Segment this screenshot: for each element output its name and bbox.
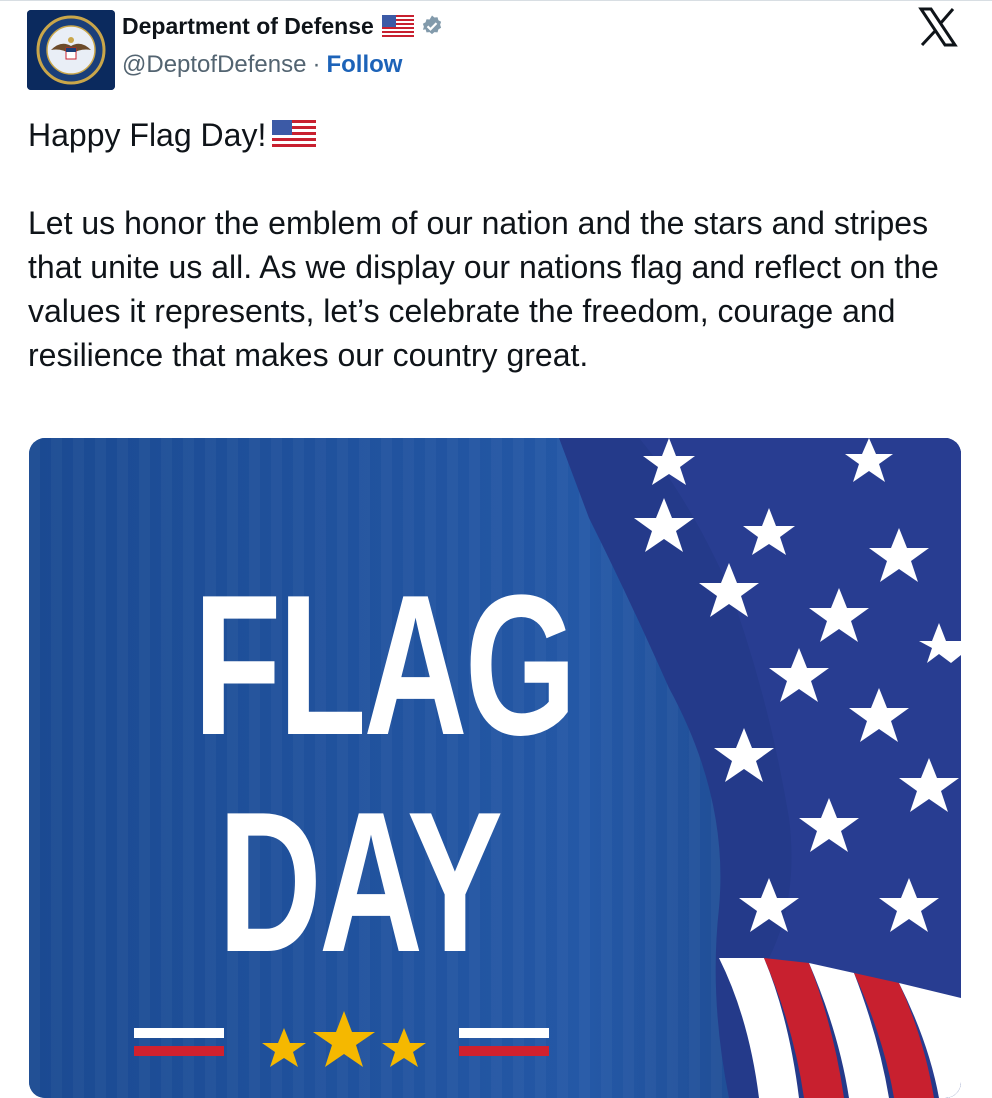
separator: · — [312, 51, 321, 78]
post-image[interactable]: FLAG DAY — [29, 438, 961, 1098]
post-body: Let us honor the emblem of our nation an… — [28, 205, 939, 373]
follow-button[interactable]: Follow — [326, 51, 402, 79]
x-logo-icon[interactable] — [918, 7, 958, 47]
verified-badge-icon — [422, 15, 441, 35]
us-flag-emoji-icon — [381, 15, 414, 37]
handle[interactable]: @DeptofDefense — [122, 51, 306, 79]
us-flag-emoji-icon — [272, 120, 317, 150]
post-text: Happy Flag Day! Let us honor the emblem … — [28, 113, 968, 377]
flag-day-title-line-1: FLAG — [193, 554, 576, 777]
display-name[interactable]: Department of Defense — [122, 13, 374, 40]
avatar[interactable] — [27, 10, 115, 90]
post-line-1: Happy Flag Day! — [28, 117, 267, 153]
flag-day-title-line-2: DAY — [217, 771, 503, 994]
dod-seal-icon — [27, 10, 115, 90]
post-card: Department of Defense @DeptofDefense · F… — [0, 0, 992, 1098]
author-block: Department of Defense @DeptofDefense · F… — [122, 11, 444, 79]
